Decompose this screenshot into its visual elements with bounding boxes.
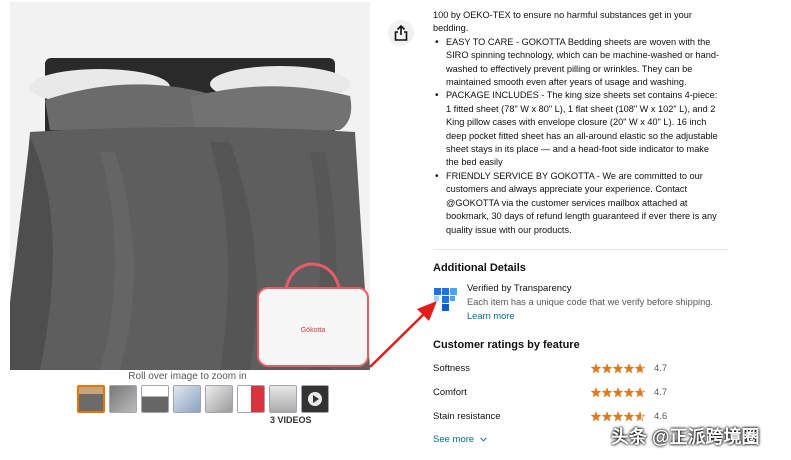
rating-feature-name: Stain resistance — [433, 411, 501, 422]
star-icon — [634, 363, 646, 374]
star-icon — [601, 363, 613, 374]
bullet-line: @GOKOTTA via the customer services mailb… — [446, 197, 688, 208]
thumbnail-7[interactable] — [269, 385, 297, 413]
bullet-line: FRIENDLY SERVICE BY GOKOTTA - We are com… — [433, 170, 733, 184]
bag-brand-text: Gökotta — [301, 327, 326, 334]
star-icon — [601, 387, 613, 398]
bullet-line: washed to effectively prevent pilling or… — [446, 63, 693, 74]
bullet-line: maintained smooth even after years of us… — [446, 77, 687, 88]
transparency-logo-icon — [434, 288, 457, 311]
watermark: 头条 @正派跨境圈 — [611, 427, 760, 447]
bullet-line: PACKAGE INCLUDES - The king size sheets … — [433, 89, 733, 103]
rating-value: 4.7 — [654, 363, 668, 374]
main-product-image[interactable]: Gökotta — [10, 2, 370, 370]
star-icon — [601, 411, 613, 422]
see-more-link[interactable]: See more — [433, 434, 487, 445]
star-icon — [623, 411, 635, 422]
transparency-description: Each item has a unique code that we veri… — [467, 297, 713, 307]
bullet-line: sheet stays in its place — and a head-fo… — [446, 144, 710, 155]
star-icon — [590, 363, 602, 374]
bullet-line: the bed easily — [446, 157, 503, 168]
thumbnail-6[interactable] — [237, 385, 265, 413]
rating-feature-name: Softness — [433, 363, 470, 374]
ratings-heading: Customer ratings by feature — [433, 339, 580, 351]
star-icon — [612, 363, 624, 374]
bullet-line: bedding. — [433, 23, 469, 34]
verified-by-transparency: Verified by Transparency — [467, 283, 572, 294]
star-icon — [612, 411, 624, 422]
zoom-hint: Roll over image to zoom in — [128, 371, 247, 382]
bullet-line: King pillow cases with envelope closure … — [446, 117, 707, 128]
rating-feature-name: Comfort — [433, 387, 467, 398]
star-rating — [590, 363, 647, 377]
rating-value: 4.6 — [654, 411, 668, 422]
thumbnail-4[interactable] — [173, 385, 201, 413]
star-icon — [612, 387, 624, 398]
chevron-down-icon — [479, 437, 487, 442]
star-icon — [590, 411, 602, 422]
rating-row-comfort: Comfort 4.7 — [433, 387, 693, 401]
thumbnail-5[interactable] — [205, 385, 233, 413]
bullet-line: SIRO spinning technology, which can be m… — [446, 50, 720, 61]
thumbnail-1[interactable] — [77, 385, 105, 413]
section-divider — [433, 249, 728, 250]
bullet-line: 1 fitted sheet (78" W x 80" L), 1 flat s… — [446, 103, 716, 114]
share-button[interactable] — [388, 20, 414, 46]
video-thumbnail[interactable] — [301, 385, 329, 413]
star-icon — [590, 387, 602, 398]
bullet-line: deep pocket fitted sheet has an all-arou… — [446, 130, 718, 141]
feature-bullets: 100 by OEKO-TEX to ensure no harmful sub… — [433, 9, 733, 237]
rating-value: 4.7 — [654, 387, 668, 398]
additional-details-heading: Additional Details — [433, 262, 526, 274]
star-icon — [634, 411, 646, 422]
thumbnail-strip — [77, 385, 329, 415]
star-rating — [590, 387, 647, 401]
star-icon — [623, 363, 635, 374]
star-icon — [634, 387, 646, 398]
thumbnail-3[interactable] — [141, 385, 169, 413]
bullet-line: EASY TO CARE - GOKOTTA Bedding sheets ar… — [433, 36, 733, 50]
thumbnail-2[interactable] — [109, 385, 137, 413]
share-icon — [394, 25, 408, 41]
rating-row-softness: Softness 4.7 — [433, 363, 693, 377]
videos-count-label: 3 VIDEOS — [270, 415, 312, 425]
star-icon — [623, 387, 635, 398]
bullet-line: quality issue with our products. — [446, 224, 572, 235]
play-icon — [308, 392, 322, 406]
bullet-line: customers and always appreciate your exp… — [446, 184, 688, 195]
bullet-line: bookmark, 30 days of refund length guara… — [446, 211, 717, 222]
bullet-line: 100 by OEKO-TEX to ensure no harmful sub… — [433, 10, 692, 20]
see-more-label: See more — [433, 434, 475, 445]
learn-more-link[interactable]: Learn more — [467, 311, 515, 321]
